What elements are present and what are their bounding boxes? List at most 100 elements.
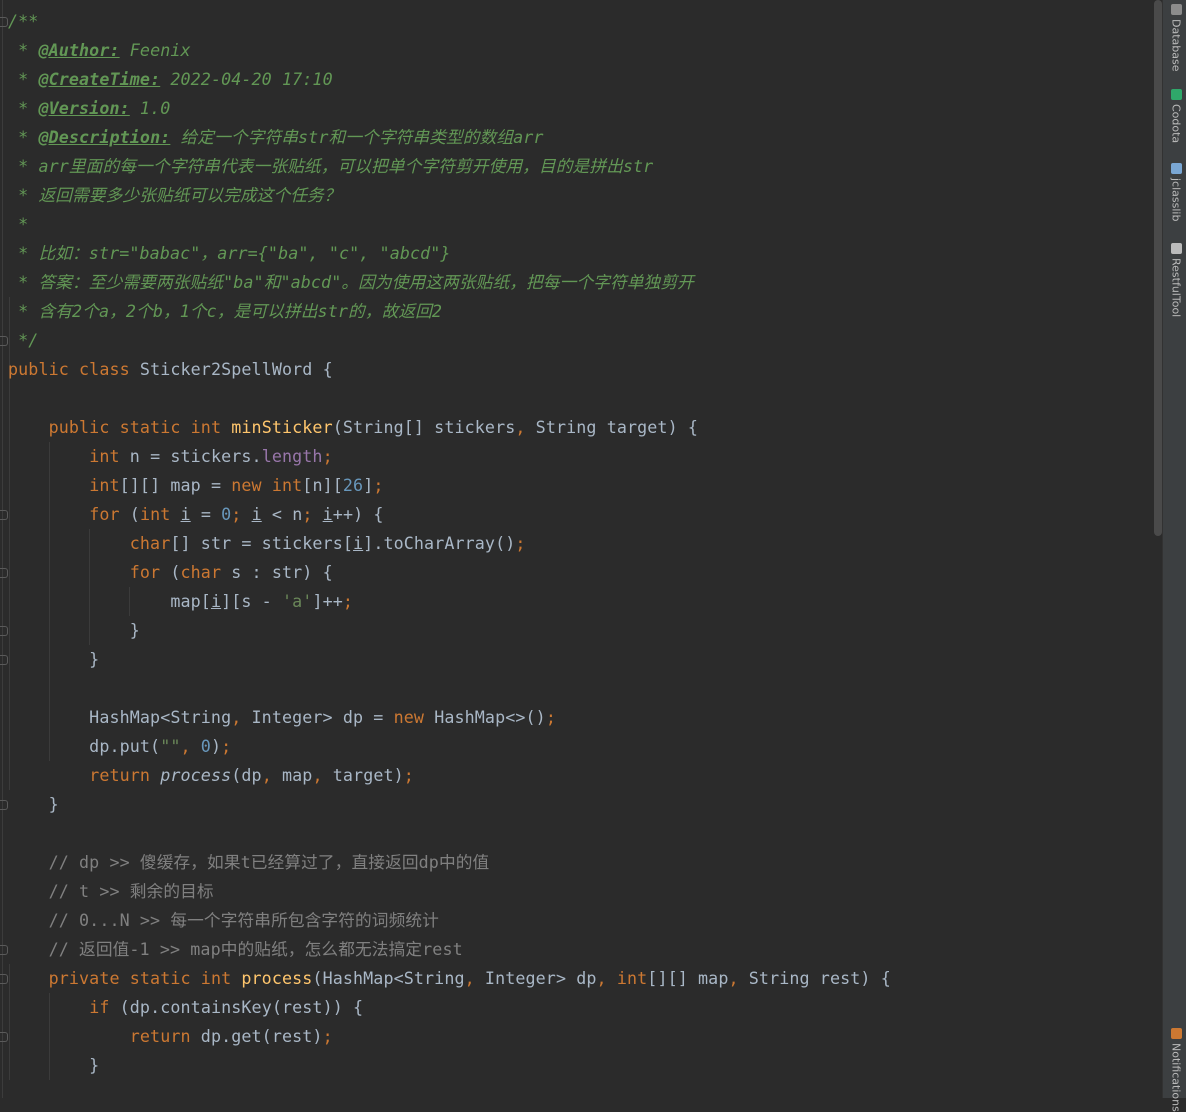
code-token: } <box>8 794 59 814</box>
code-line: // t >> 剩余的目标 <box>8 877 214 906</box>
code-token: ; <box>221 736 232 756</box>
code-token: // t >> 剩余的目标 <box>8 881 214 901</box>
code-token: i <box>210 591 222 611</box>
code-line: for (int i = 0; i < n; i++) { <box>8 500 384 529</box>
code-token: new <box>393 707 435 727</box>
code-token: i <box>322 504 333 524</box>
code-token: * <box>8 69 39 89</box>
code-line: for (char s : str) { <box>8 558 333 587</box>
vertical-scrollbar[interactable] <box>1154 0 1162 536</box>
code-token: @Author: <box>38 40 120 60</box>
code-line: // 返回值-1 >> map中的贴纸，怎么都无法搞定rest <box>8 935 463 964</box>
sidebar-item-restfultool[interactable]: RestfulTool <box>1166 243 1186 317</box>
fold-marker-icon[interactable] <box>0 336 8 346</box>
code-token: ][s - <box>221 591 282 611</box>
code-token: dp.get(rest) <box>200 1026 323 1046</box>
code-token: @Description: <box>38 127 171 147</box>
code-token: , <box>261 765 282 785</box>
code-line: * @Description: 给定一个字符串str和一个字符串类型的数组arr <box>8 123 544 152</box>
code-token: (dp <box>231 765 262 785</box>
code-token: new int <box>231 475 303 495</box>
code-token: process <box>160 765 232 785</box>
code-line: public static int minSticker(String[] st… <box>8 413 698 442</box>
code-line: * 含有2个a，2个b，1个c，是可以拼出str的，故返回2 <box>8 297 442 326</box>
code-token: * 比如：str="babac"，arr={"ba", "c", "abcd"} <box>8 243 451 263</box>
code-token: 1.0 <box>129 98 171 118</box>
code-token: < n <box>261 504 303 524</box>
code-line: return dp.get(rest); <box>8 1022 333 1051</box>
code-token: map <box>282 765 313 785</box>
code-token: * <box>8 40 39 60</box>
codota-icon <box>1170 89 1182 100</box>
code-line: * arr里面的每一个字符串代表一张贴纸，可以把单个字符剪开使用，目的是拼出st… <box>8 152 653 181</box>
code-line: * 答案：至少需要两张贴纸"ba"和"abcd"。因为使用这两张贴纸，把每一个字… <box>8 268 694 297</box>
code-token: // dp >> 傻缓存，如果t已经算过了，直接返回dp中的值 <box>8 852 490 872</box>
code-token: // 0...N >> 每一个字符串所包含字符的词频统计 <box>8 910 439 930</box>
code-line: public class Sticker2SpellWord { <box>8 355 333 384</box>
fold-marker-icon[interactable] <box>0 945 8 955</box>
code-line: int[][] map = new int[n][26]; <box>8 471 384 500</box>
code-token: public static int <box>48 417 232 437</box>
fold-marker-icon[interactable] <box>0 974 8 984</box>
fold-marker-icon[interactable] <box>0 626 8 636</box>
code-token: i <box>180 504 191 524</box>
notifications-icon <box>1170 1028 1182 1039</box>
code-token: ( <box>129 504 140 524</box>
right-tool-sidebar: Database Codota jclasslib RestfulTool No… <box>1162 0 1186 1112</box>
code-token: return <box>89 765 161 785</box>
sidebar-item-jclasslib[interactable]: jclasslib <box>1166 163 1186 221</box>
code-token: ) <box>210 736 222 756</box>
code-line: return process(dp, map, target); <box>8 761 414 790</box>
fold-marker-icon[interactable] <box>0 800 8 810</box>
code-token: return <box>129 1026 201 1046</box>
fold-marker-icon[interactable] <box>0 1032 8 1042</box>
code-line: } <box>8 645 99 674</box>
code-token: * arr里面的每一个字符串代表一张贴纸，可以把单个字符剪开使用，目的是拼出st… <box>8 156 654 176</box>
code-token: HashMap<String <box>8 707 232 727</box>
code-line: int n = stickers.length; <box>8 442 333 471</box>
code-token: ; <box>515 533 526 553</box>
code-token: , <box>596 968 617 988</box>
code-token: String rest) { <box>748 968 891 988</box>
fold-marker-icon[interactable] <box>0 17 8 27</box>
code-token: ] <box>363 475 374 495</box>
code-token: * <box>8 127 39 147</box>
code-token: map[ <box>8 591 211 611</box>
code-token: ]++ <box>312 591 343 611</box>
code-token: , <box>312 765 333 785</box>
fold-marker-icon[interactable] <box>0 568 8 578</box>
code-token: String target) { <box>535 417 699 437</box>
code-editor[interactable]: /** * @Author: Feenix * @CreateTime: 202… <box>0 0 1152 1098</box>
code-token: * 答案：至少需要两张贴纸"ba"和"abcd"。因为使用这两张贴纸，把每一个字… <box>8 272 694 292</box>
fold-marker-icon[interactable] <box>0 655 8 665</box>
code-line: char[] str = stickers[i].toCharArray(); <box>8 529 526 558</box>
sidebar-item-database[interactable]: Database <box>1166 4 1186 72</box>
gutter <box>2 0 3 1098</box>
fold-marker-icon[interactable] <box>0 510 8 520</box>
code-token: ].toCharArray() <box>363 533 516 553</box>
code-token: int <box>89 446 130 466</box>
code-token: for <box>89 504 130 524</box>
code-token: } <box>8 620 140 640</box>
code-token: * <box>8 98 39 118</box>
sidebar-item-codota[interactable]: Codota <box>1166 89 1186 143</box>
code-token: ++) { <box>332 504 384 524</box>
code-token: char <box>180 562 232 582</box>
jclasslib-icon <box>1170 163 1182 174</box>
sidebar-item-notifications[interactable]: Notifications <box>1166 1028 1186 1112</box>
code-token: int <box>139 504 181 524</box>
code-token: ; <box>342 591 354 611</box>
sidebar-item-label: Notifications <box>1169 1043 1183 1112</box>
code-line: * <box>8 210 28 239</box>
code-line: HashMap<String, Integer> dp = new HashMa… <box>8 703 556 732</box>
code-token: int <box>89 475 120 495</box>
code-token: "" <box>160 736 181 756</box>
sidebar-item-label: jclasslib <box>1169 178 1183 222</box>
code-token: minSticker <box>231 417 333 437</box>
code-token: ; <box>403 765 414 785</box>
